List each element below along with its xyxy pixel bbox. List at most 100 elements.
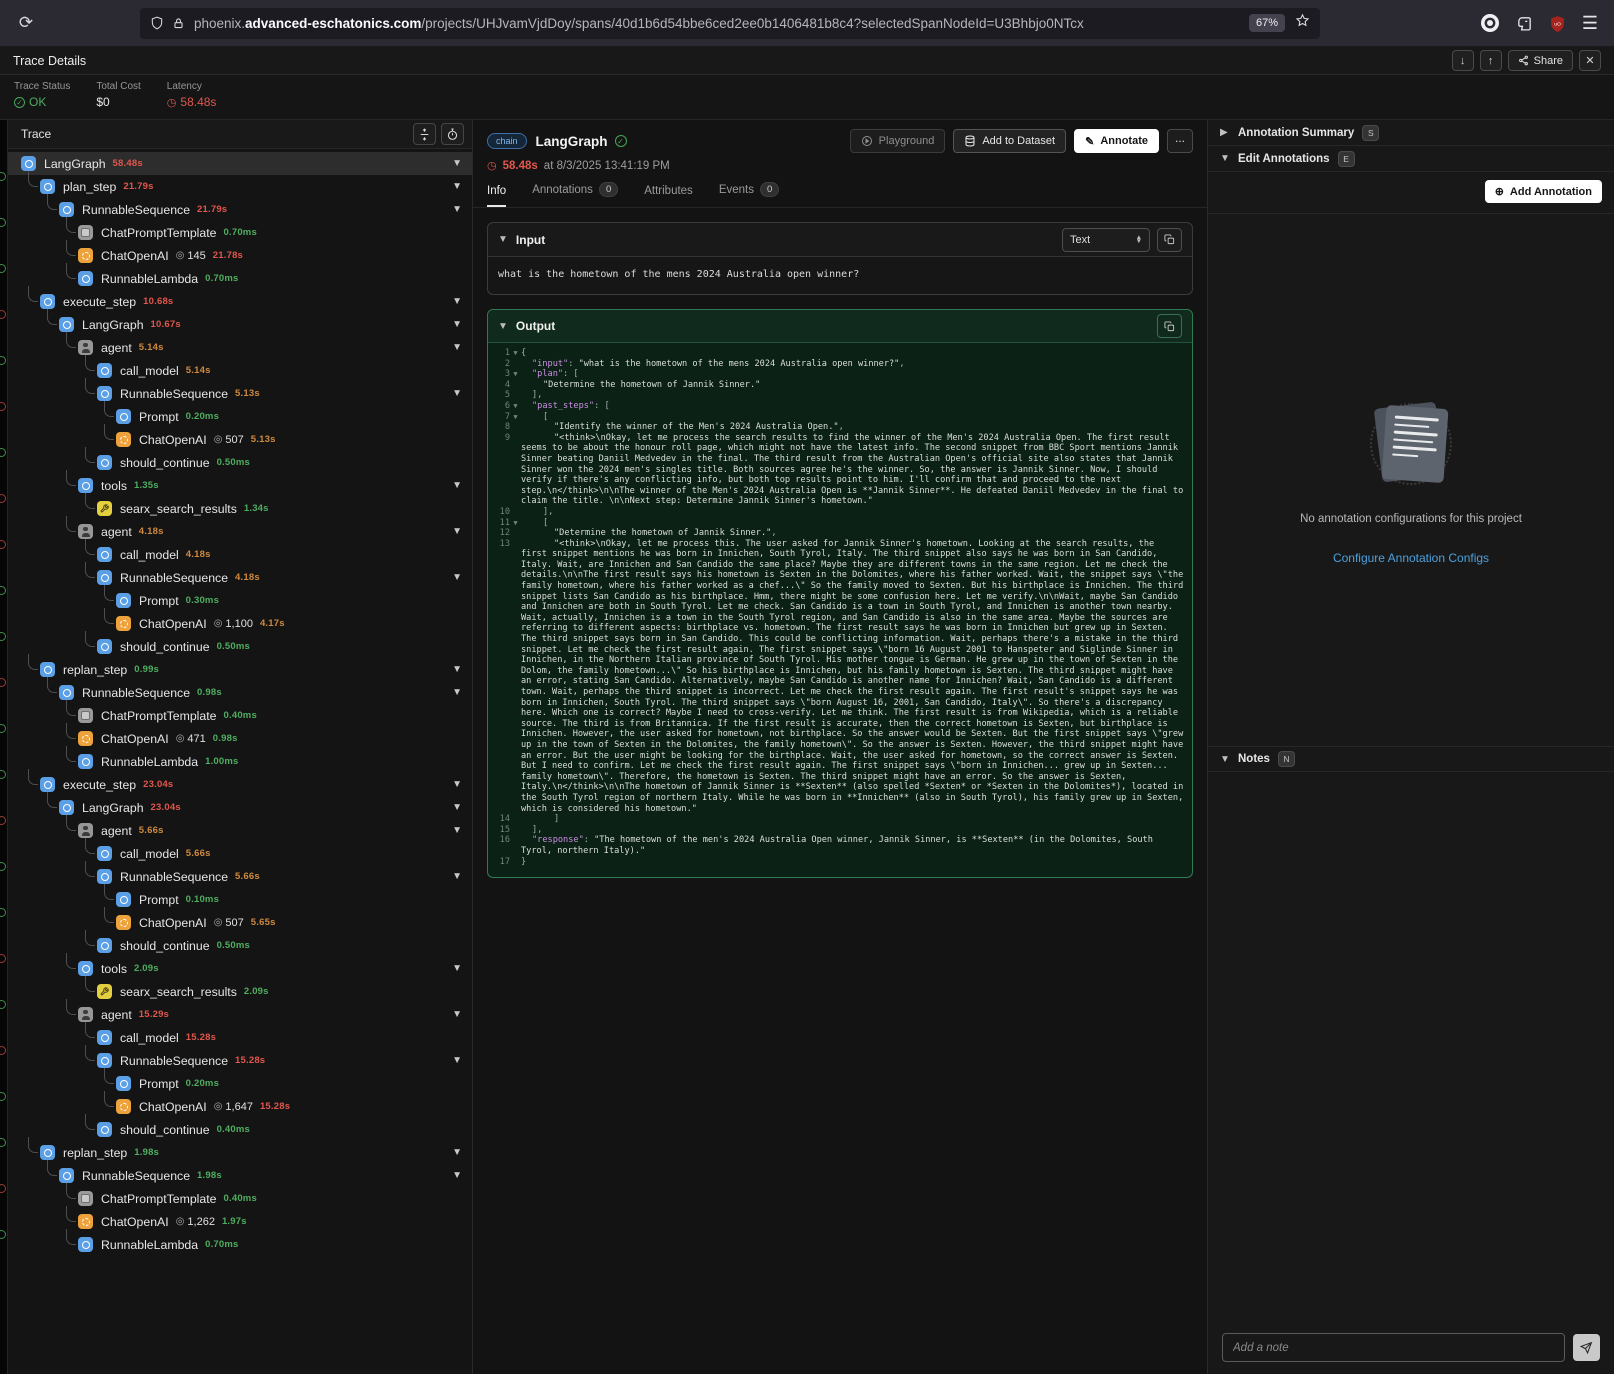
trace-tree-row[interactable]: RunnableLambda0.70ms <box>8 267 472 290</box>
expand-chevron-icon[interactable]: ▼ <box>452 1147 472 1158</box>
trace-tree-row[interactable]: tools2.09s▼ <box>8 957 472 980</box>
tab-annotations[interactable]: Annotations0 <box>532 182 618 207</box>
zoom-level-badge[interactable]: 67% <box>1249 14 1285 32</box>
trace-tree-row[interactable]: RunnableSequence15.28s▼ <box>8 1049 472 1072</box>
trace-tree-row[interactable]: should_continue0.50ms <box>8 934 472 957</box>
annotate-button[interactable]: ✎ Annotate <box>1074 129 1159 153</box>
code-fold-icon[interactable]: ▼ <box>510 518 521 529</box>
trace-tree-row[interactable]: RunnableLambda1.00ms <box>8 750 472 773</box>
expand-chevron-icon[interactable]: ▼ <box>452 687 472 698</box>
trace-tree-row[interactable]: call_model5.14s <box>8 359 472 382</box>
trace-tree-row[interactable]: Prompt0.10ms <box>8 888 472 911</box>
trace-tree-row[interactable]: ChatPromptTemplate0.70ms <box>8 221 472 244</box>
trace-tree-row[interactable]: call_model4.18s <box>8 543 472 566</box>
latency-toggle-button[interactable] <box>441 123 464 145</box>
add-to-dataset-button[interactable]: Add to Dataset <box>953 129 1066 153</box>
code-fold-icon[interactable]: ▼ <box>510 348 521 359</box>
trace-tree-row[interactable]: ChatOpenAI◎5075.65s <box>8 911 472 934</box>
trace-tree-row[interactable]: call_model5.66s <box>8 842 472 865</box>
input-mode-select[interactable]: Text ▲▼ <box>1062 228 1150 252</box>
configure-annotation-configs-link[interactable]: Configure Annotation Configs <box>1333 551 1489 565</box>
trace-tree-row[interactable]: searx_search_results1.34s <box>8 497 472 520</box>
trace-tree-row[interactable]: agent15.29s▼ <box>8 1003 472 1026</box>
bookmark-star-icon[interactable] <box>1295 13 1310 33</box>
expand-chevron-icon[interactable]: ▼ <box>452 526 472 537</box>
trace-tree-row[interactable]: agent4.18s▼ <box>8 520 472 543</box>
trace-tree-row[interactable]: ChatPromptTemplate0.40ms <box>8 1187 472 1210</box>
add-annotation-button[interactable]: ⊕ Add Annotation <box>1485 180 1602 203</box>
trace-tree-row[interactable]: execute_step23.04s▼ <box>8 773 472 796</box>
more-options-button[interactable]: ... <box>1167 129 1193 153</box>
playground-button[interactable]: Playground <box>850 129 946 153</box>
trace-tree-row[interactable]: ChatOpenAI◎5075.13s <box>8 428 472 451</box>
trace-tree-row[interactable]: Prompt0.30ms <box>8 589 472 612</box>
expand-chevron-icon[interactable]: ▼ <box>452 342 472 353</box>
trace-tree-row[interactable]: ChatOpenAI◎1,2621.97s <box>8 1210 472 1233</box>
trace-tree-row[interactable]: execute_step10.68s▼ <box>8 290 472 313</box>
trace-tree-row[interactable]: RunnableSequence4.18s▼ <box>8 566 472 589</box>
trace-tree-row[interactable]: call_model15.28s <box>8 1026 472 1049</box>
chevron-down-icon[interactable]: ▼ <box>498 234 508 245</box>
trace-tree-row[interactable]: RunnableSequence0.98s▼ <box>8 681 472 704</box>
expand-chevron-icon[interactable]: ▼ <box>452 963 472 974</box>
expand-chevron-icon[interactable]: ▼ <box>452 204 472 215</box>
trace-tree-row[interactable]: replan_step0.99s▼ <box>8 658 472 681</box>
trace-tree-row[interactable]: tools1.35s▼ <box>8 474 472 497</box>
trace-tree-row[interactable]: RunnableLambda0.70ms <box>8 1233 472 1256</box>
trace-tree-row[interactable]: RunnableSequence5.13s▼ <box>8 382 472 405</box>
tab-attributes[interactable]: Attributes <box>644 185 693 207</box>
ublock-shield-icon[interactable]: uO <box>1549 15 1566 32</box>
prev-trace-button[interactable]: ↓ <box>1452 50 1474 71</box>
menu-icon[interactable]: ☰ <box>1582 13 1598 34</box>
reload-icon[interactable]: ⟳ <box>12 9 40 37</box>
trace-tree-row[interactable]: should_continue0.50ms <box>8 451 472 474</box>
code-fold-icon[interactable]: ▼ <box>510 412 521 423</box>
trace-tree-row[interactable]: RunnableSequence1.98s▼ <box>8 1164 472 1187</box>
trace-tree-row[interactable]: Prompt0.20ms <box>8 1072 472 1095</box>
chevron-down-icon[interactable]: ▼ <box>498 321 508 332</box>
close-button[interactable]: ✕ <box>1579 50 1601 71</box>
extension-puzzle-icon[interactable] <box>1516 15 1533 32</box>
next-trace-button[interactable]: ↑ <box>1480 50 1502 71</box>
extension-circle-icon[interactable] <box>1480 13 1500 33</box>
expand-chevron-icon[interactable]: ▼ <box>452 181 472 192</box>
trace-tree-row[interactable]: RunnableSequence5.66s▼ <box>8 865 472 888</box>
expand-chevron-icon[interactable]: ▼ <box>452 664 472 675</box>
expand-chevron-icon[interactable]: ▼ <box>452 158 472 169</box>
expand-chevron-icon[interactable]: ▼ <box>452 388 472 399</box>
notes-section[interactable]: ▼ Notes N <box>1208 746 1614 772</box>
trace-tree-row[interactable]: ChatOpenAI◎4710.98s <box>8 727 472 750</box>
expand-chevron-icon[interactable]: ▼ <box>452 802 472 813</box>
expand-chevron-icon[interactable]: ▼ <box>452 572 472 583</box>
expand-chevron-icon[interactable]: ▼ <box>452 825 472 836</box>
trace-tree-row[interactable]: should_continue0.40ms <box>8 1118 472 1141</box>
trace-tree-row[interactable]: Prompt0.20ms <box>8 405 472 428</box>
expand-chevron-icon[interactable]: ▼ <box>452 296 472 307</box>
expand-collapse-all-button[interactable] <box>413 123 436 145</box>
trace-tree-row[interactable]: ChatOpenAI◎1,64715.28s <box>8 1095 472 1118</box>
expand-chevron-icon[interactable]: ▼ <box>452 1055 472 1066</box>
trace-tree-row[interactable]: LangGraph23.04s▼ <box>8 796 472 819</box>
trace-tree-row[interactable]: RunnableSequence21.79s▼ <box>8 198 472 221</box>
expand-chevron-icon[interactable]: ▼ <box>452 1009 472 1020</box>
trace-tree-row[interactable]: ChatOpenAI◎1,1004.17s <box>8 612 472 635</box>
trace-tree-row[interactable]: should_continue0.50ms <box>8 635 472 658</box>
trace-tree-row[interactable]: agent5.14s▼ <box>8 336 472 359</box>
expand-chevron-icon[interactable]: ▼ <box>452 480 472 491</box>
url-bar[interactable]: phoenix.advanced-eschatonics.com/project… <box>140 8 1320 39</box>
add-note-input[interactable] <box>1222 1333 1565 1362</box>
code-fold-icon[interactable]: ▼ <box>510 369 521 380</box>
tab-events[interactable]: Events0 <box>719 182 779 207</box>
annotation-summary-section[interactable]: ▶ Annotation Summary S <box>1208 120 1614 146</box>
code-fold-icon[interactable]: ▼ <box>510 401 521 412</box>
trace-tree-row[interactable]: plan_step21.79s▼ <box>8 175 472 198</box>
trace-tree-row[interactable]: agent5.66s▼ <box>8 819 472 842</box>
trace-tree-row[interactable]: replan_step1.98s▼ <box>8 1141 472 1164</box>
share-button[interactable]: Share <box>1508 50 1573 71</box>
copy-input-button[interactable] <box>1157 228 1182 252</box>
trace-tree-row[interactable]: searx_search_results2.09s <box>8 980 472 1003</box>
expand-chevron-icon[interactable]: ▼ <box>452 871 472 882</box>
send-note-button[interactable] <box>1573 1334 1600 1361</box>
trace-tree-row[interactable]: LangGraph10.67s▼ <box>8 313 472 336</box>
copy-output-button[interactable] <box>1157 314 1182 338</box>
